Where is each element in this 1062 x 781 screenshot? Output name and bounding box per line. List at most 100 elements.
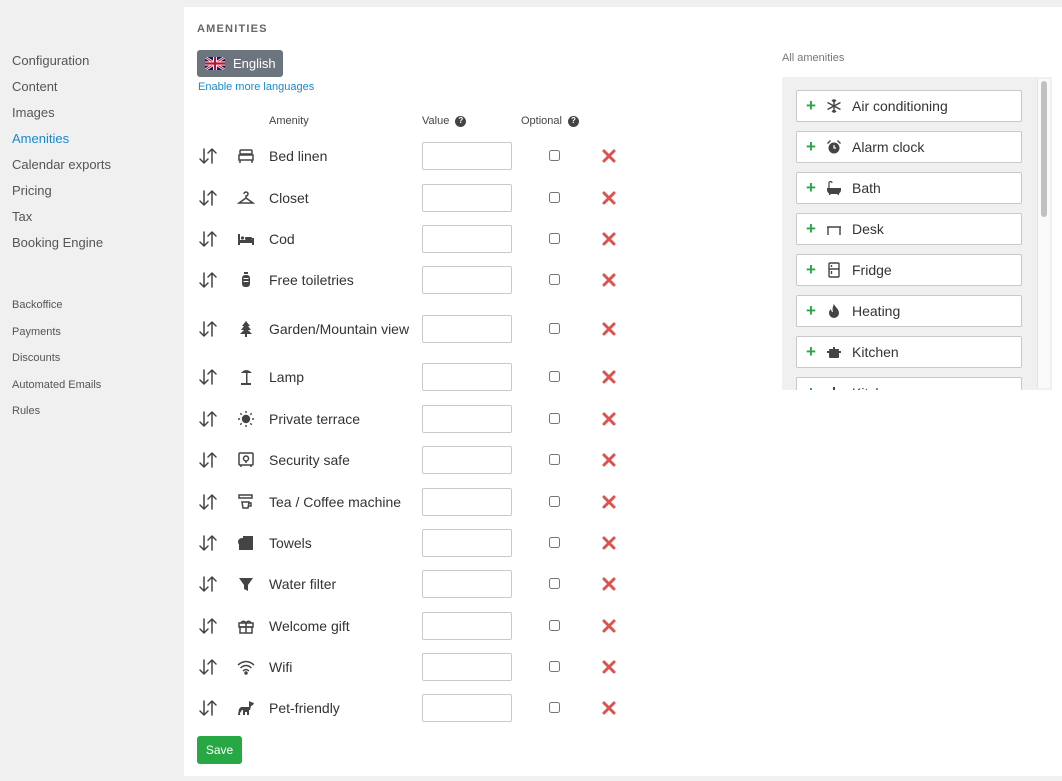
amenity-value-input[interactable] (422, 488, 512, 516)
amenity-optional-checkbox[interactable] (549, 537, 560, 548)
amenity-optional-checkbox[interactable] (549, 702, 560, 713)
sort-handle-icon[interactable] (197, 230, 219, 248)
all-amenities-list[interactable]: + Air conditioning + Alarm clock + Bath + Desk +… (782, 77, 1052, 390)
delete-icon[interactable] (602, 370, 616, 384)
delete-icon[interactable] (602, 660, 616, 674)
sort-handle-icon[interactable] (197, 617, 219, 635)
delete-icon[interactable] (602, 232, 616, 246)
sort-handle-icon[interactable] (197, 189, 219, 207)
enable-languages-link[interactable]: Enable more languages (198, 81, 314, 93)
sort-handle-icon[interactable] (197, 493, 219, 511)
amenity-value-input[interactable] (422, 570, 512, 598)
delete-icon[interactable] (602, 149, 616, 163)
amenity-optional-checkbox[interactable] (549, 150, 560, 161)
amenity-value-input[interactable] (422, 405, 512, 433)
delete-icon[interactable] (602, 495, 616, 509)
amenity-value-input[interactable] (422, 315, 512, 343)
delete-icon[interactable] (602, 453, 616, 467)
safe-icon (237, 451, 255, 469)
language-button[interactable]: English (197, 50, 283, 77)
amenity-optional-checkbox[interactable] (549, 371, 560, 382)
sidebar-item-tax[interactable]: Tax (12, 204, 111, 230)
sidebar-item-calendar-exports[interactable]: Calendar exports (12, 152, 111, 178)
amenity-value-input[interactable] (422, 266, 512, 294)
add-amenity-chip[interactable]: + Desk (796, 213, 1022, 245)
sidebar-item-rules[interactable]: Rules (12, 398, 101, 425)
amenity-value-input[interactable] (422, 694, 512, 722)
sidebar-item-discounts[interactable]: Discounts (12, 345, 101, 372)
sort-handle-icon[interactable] (197, 699, 219, 717)
amenity-value-input[interactable] (422, 225, 512, 253)
amenity-optional-checkbox[interactable] (549, 192, 560, 203)
sidebar-item-backoffice[interactable]: Backoffice (12, 292, 101, 319)
desk-icon (826, 221, 842, 237)
sidebar-item-images[interactable]: Images (12, 100, 111, 126)
amenity-value-input[interactable] (422, 612, 512, 640)
amenity-name: Garden/Mountain view (269, 321, 410, 337)
amenity-name: Cod (269, 231, 295, 247)
sort-handle-icon[interactable] (197, 451, 219, 469)
delete-icon[interactable] (602, 273, 616, 287)
add-amenity-chip[interactable]: + Heating (796, 295, 1022, 327)
sidebar-item-configuration[interactable]: Configuration (12, 48, 111, 74)
amenity-value-input[interactable] (422, 446, 512, 474)
sidebar-item-booking-engine[interactable]: Booking Engine (12, 230, 111, 256)
gift-icon (237, 617, 255, 635)
sort-handle-icon[interactable] (197, 575, 219, 593)
amenity-value-input[interactable] (422, 653, 512, 681)
add-amenity-chip[interactable]: + Air conditioning (796, 90, 1022, 122)
amenity-value-input[interactable] (422, 184, 512, 212)
chip-label: Bath (852, 180, 881, 196)
uk-flag-icon (205, 57, 225, 70)
plus-icon: + (806, 384, 818, 391)
sort-handle-icon[interactable] (197, 320, 219, 338)
delete-icon[interactable] (602, 412, 616, 426)
amenity-optional-checkbox[interactable] (549, 496, 560, 507)
delete-icon[interactable] (602, 701, 616, 715)
sidebar-item-pricing[interactable]: Pricing (12, 178, 111, 204)
scrollbar[interactable] (1037, 79, 1050, 388)
amenity-optional-checkbox[interactable] (549, 274, 560, 285)
scrollbar-thumb[interactable] (1041, 81, 1047, 217)
add-amenity-chip[interactable]: + Bath (796, 172, 1022, 204)
amenity-optional-checkbox[interactable] (549, 620, 560, 631)
delete-icon[interactable] (602, 191, 616, 205)
sort-handle-icon[interactable] (197, 271, 219, 289)
help-icon[interactable]: ? (455, 115, 467, 127)
delete-icon[interactable] (602, 536, 616, 550)
amenity-optional-checkbox[interactable] (549, 661, 560, 672)
delete-icon[interactable] (602, 619, 616, 633)
delete-icon[interactable] (602, 577, 616, 591)
chip-label: Alarm clock (852, 139, 925, 155)
help-icon[interactable]: ? (567, 115, 579, 127)
chip-label: Air conditioning (852, 98, 948, 114)
amenity-value-input[interactable] (422, 363, 512, 391)
sort-handle-icon[interactable] (197, 534, 219, 552)
save-button[interactable]: Save (197, 736, 242, 764)
fridge-icon (826, 262, 842, 278)
amenity-value-input[interactable] (422, 142, 512, 170)
sort-handle-icon[interactable] (197, 410, 219, 428)
amenity-value-input[interactable] (422, 529, 512, 557)
cot-icon (237, 230, 255, 248)
amenity-optional-checkbox[interactable] (549, 233, 560, 244)
sun-icon (237, 410, 255, 428)
sidebar-item-automated-emails[interactable]: Automated Emails (12, 372, 101, 399)
sort-handle-icon[interactable] (197, 658, 219, 676)
amenity-optional-checkbox[interactable] (549, 578, 560, 589)
add-amenity-chip[interactable]: + Kitchenware (796, 377, 1022, 390)
tree-icon (237, 320, 255, 338)
sidebar-item-amenities[interactable]: Amenities (12, 126, 111, 152)
add-amenity-chip[interactable]: + Fridge (796, 254, 1022, 286)
sidebar-item-content[interactable]: Content (12, 74, 111, 100)
amenity-optional-checkbox[interactable] (549, 454, 560, 465)
hanger-icon (236, 189, 256, 207)
amenity-optional-checkbox[interactable] (549, 413, 560, 424)
delete-icon[interactable] (602, 322, 616, 336)
sort-handle-icon[interactable] (197, 368, 219, 386)
add-amenity-chip[interactable]: + Kitchen (796, 336, 1022, 368)
add-amenity-chip[interactable]: + Alarm clock (796, 131, 1022, 163)
amenity-optional-checkbox[interactable] (549, 323, 560, 334)
sidebar-item-payments[interactable]: Payments (12, 319, 101, 346)
sort-handle-icon[interactable] (197, 147, 219, 165)
